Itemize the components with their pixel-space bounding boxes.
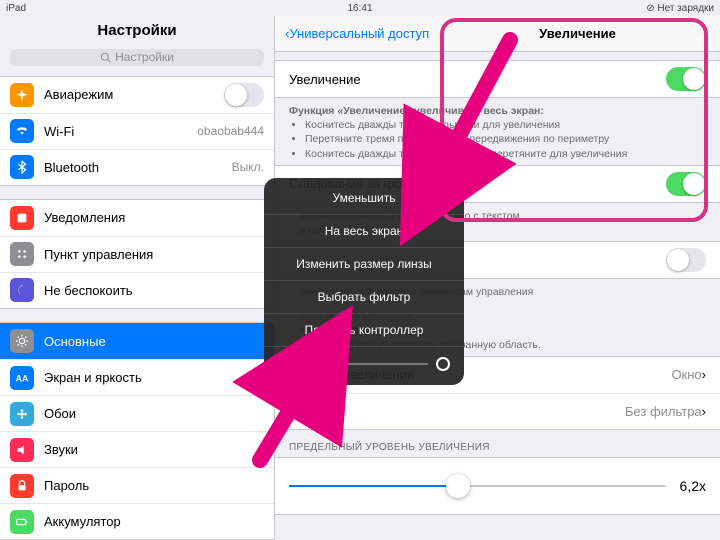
sidebar-item-Не беспокоить[interactable]: Не беспокоить <box>0 272 274 308</box>
sidebar-item-Wi-Fi[interactable]: Wi-Fiobaobab444 <box>0 113 274 149</box>
sidebar-item-Bluetooth[interactable]: BluetoothВыкл. <box>0 149 274 185</box>
search-icon <box>100 52 111 63</box>
popup-zoom-slider[interactable] <box>264 346 464 381</box>
zoom-keyboard-toggle[interactable] <box>666 248 706 272</box>
notif-icon <box>10 206 34 230</box>
sidebar-item-Звуки[interactable]: Звуки <box>0 431 274 467</box>
lock-icon <box>10 474 34 498</box>
sidebar-item-Уведомления[interactable]: Уведомления <box>0 200 274 236</box>
follow-focus-toggle[interactable] <box>666 172 706 196</box>
status-device: iPad <box>6 3 26 14</box>
max-zoom-header: ПРЕДЕЛЬНЫЙ УРОВЕНЬ УВЕЛИЧЕНИЯ <box>275 430 720 457</box>
flower-icon <box>10 402 34 426</box>
status-time: 16:41 <box>347 3 372 14</box>
popup-item-1[interactable]: На весь экран <box>264 214 464 247</box>
wifi-icon <box>10 119 34 143</box>
back-button[interactable]: ‹ Универсальный доступ <box>285 26 429 41</box>
airplane-icon <box>10 83 34 107</box>
search-input[interactable]: Настройки <box>10 49 264 66</box>
zoom-popup: УменьшитьНа весь экранИзменить размер ли… <box>264 178 464 385</box>
aa-icon: AA <box>10 366 34 390</box>
sidebar-title: Настройки <box>0 16 274 49</box>
zoom-toggle[interactable] <box>666 67 706 91</box>
status-battery: Нет зарядки <box>657 3 714 14</box>
popup-item-3[interactable]: Выбрать фильтр <box>264 280 464 313</box>
zoom-out-icon <box>278 357 292 371</box>
popup-item-0[interactable]: Уменьшить <box>264 182 464 214</box>
moon-icon <box>10 278 34 302</box>
max-zoom-slider[interactable]: 6,2x <box>275 458 720 514</box>
popup-item-4[interactable]: Показать контроллер <box>264 313 464 346</box>
sound-icon <box>10 438 34 462</box>
sidebar-item-Экран и яркость[interactable]: AAЭкран и яркость <box>0 359 274 395</box>
gear-icon <box>10 329 34 353</box>
bluetooth-icon <box>10 155 34 179</box>
sidebar-item-Обои[interactable]: Обои <box>0 395 274 431</box>
svg-text:AA: AA <box>16 373 29 383</box>
sidebar-item-Аккумулятор[interactable]: Аккумулятор <box>0 503 274 539</box>
settings-sidebar: Настройки Настройки АвиарежимWi-Fiobaoba… <box>0 16 275 540</box>
sidebar-item-Авиарежим[interactable]: Авиарежим <box>0 77 274 113</box>
battery-icon <box>10 510 34 534</box>
zoom-help: Функция «Увеличение» увеличивает весь эк… <box>275 98 720 165</box>
popup-item-2[interactable]: Изменить размер линзы <box>264 247 464 280</box>
sidebar-item-Основные[interactable]: Основные <box>0 323 274 359</box>
zoom-filter-row[interactable]: Фильтр Без фильтра › <box>275 393 720 429</box>
zoom-in-icon <box>436 357 450 371</box>
page-title: Увеличение <box>539 26 616 41</box>
toggle[interactable] <box>224 83 264 107</box>
zoom-label: Увеличение <box>289 72 666 87</box>
control-icon <box>10 242 34 266</box>
sidebar-item-Пункт управления[interactable]: Пункт управления <box>0 236 274 272</box>
sidebar-item-Пароль[interactable]: Пароль <box>0 467 274 503</box>
